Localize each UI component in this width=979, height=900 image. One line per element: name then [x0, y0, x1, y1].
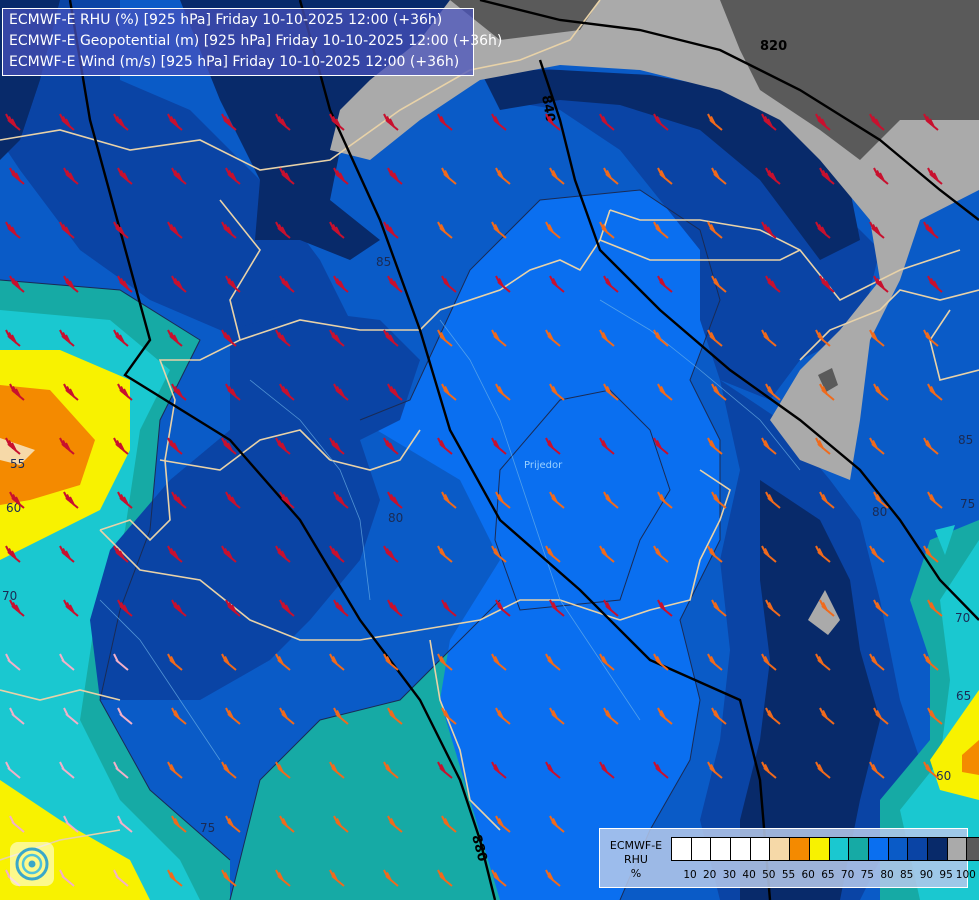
rh-label-70-right: 70: [955, 611, 970, 625]
map-title-box: ECMWF-E RHU (%) [925 hPa] Friday 10-10-2…: [2, 8, 503, 76]
legend-swatch: [750, 838, 771, 860]
legend-tick: 30: [722, 869, 737, 881]
legend-tick: 100: [955, 869, 976, 881]
legend-tick: 60: [801, 869, 815, 881]
legend-tick: 20: [703, 869, 717, 881]
legend-tick: 70: [840, 869, 855, 881]
rhu-legend: ECMWF-E RHU % 10 20 30 40 50 55 60 65 70 75 80 85 90…: [599, 828, 979, 888]
legend-swatch: [849, 838, 869, 860]
legend-swatch: [927, 838, 948, 860]
legend-unit: %: [630, 867, 642, 880]
legend-swatch: [672, 838, 692, 860]
legend-tick: 65: [821, 869, 835, 881]
legend-swatch: [731, 838, 751, 860]
legend-tick: 90: [919, 869, 934, 881]
ecmwf-logo-icon: [10, 842, 54, 886]
legend-tick: 40: [742, 869, 756, 881]
legend-swatch: [908, 838, 928, 860]
rh-label-80-center: 80: [388, 511, 403, 525]
weather-map: 55 60 70 75 80 85 85 75 70 65 60 80 820 …: [0, 0, 979, 900]
rh-label-85-right: 85: [958, 433, 973, 447]
legend-tick: 80: [880, 869, 894, 881]
rh-label-60-right: 60: [936, 769, 951, 783]
legend-variable: RHU: [624, 853, 648, 866]
legend-swatch: [868, 838, 889, 860]
rh-label-85-top: 85: [376, 255, 391, 269]
map-place-label: Prijedor: [524, 460, 563, 471]
legend-swatch: [790, 838, 810, 860]
legend-tick: 50: [762, 869, 776, 881]
legend-swatch: [829, 838, 850, 860]
legend-tick: 75: [860, 869, 874, 881]
rh-label-80-right: 80: [872, 505, 887, 519]
rh-label-75-right: 75: [960, 497, 975, 511]
rh-label-75-bottom: 75: [200, 821, 215, 835]
legend-tick: 55: [781, 869, 796, 881]
legend-tick: 10: [683, 869, 697, 881]
legend-tick: 95: [939, 869, 953, 881]
legend-tick: 85: [900, 869, 914, 881]
legend-swatch: [809, 838, 830, 860]
geopotential-label-820: 820: [760, 39, 787, 54]
title-wind: ECMWF-E Wind (m/s) [925 hPa] Friday 10-1…: [9, 54, 460, 70]
title-rhu: ECMWF-E RHU (%) [925 hPa] Friday 10-10-2…: [9, 12, 443, 28]
legend-swatch: [691, 838, 712, 860]
legend-swatch: [711, 838, 732, 860]
legend-title: ECMWF-E RHU %: [604, 839, 668, 881]
legend-swatch: [947, 838, 968, 860]
legend-model: ECMWF-E: [609, 839, 663, 852]
legend-swatch: [888, 838, 909, 860]
rh-label-65-right: 65: [956, 689, 971, 703]
rh-label-55: 55: [10, 457, 25, 471]
title-geopotential: ECMWF-E Geopotential (m) [925 hPa] Frida…: [9, 33, 503, 49]
legend-swatch: [770, 838, 791, 860]
legend-color-bar: [671, 837, 979, 861]
legend-swatch: [967, 838, 979, 860]
